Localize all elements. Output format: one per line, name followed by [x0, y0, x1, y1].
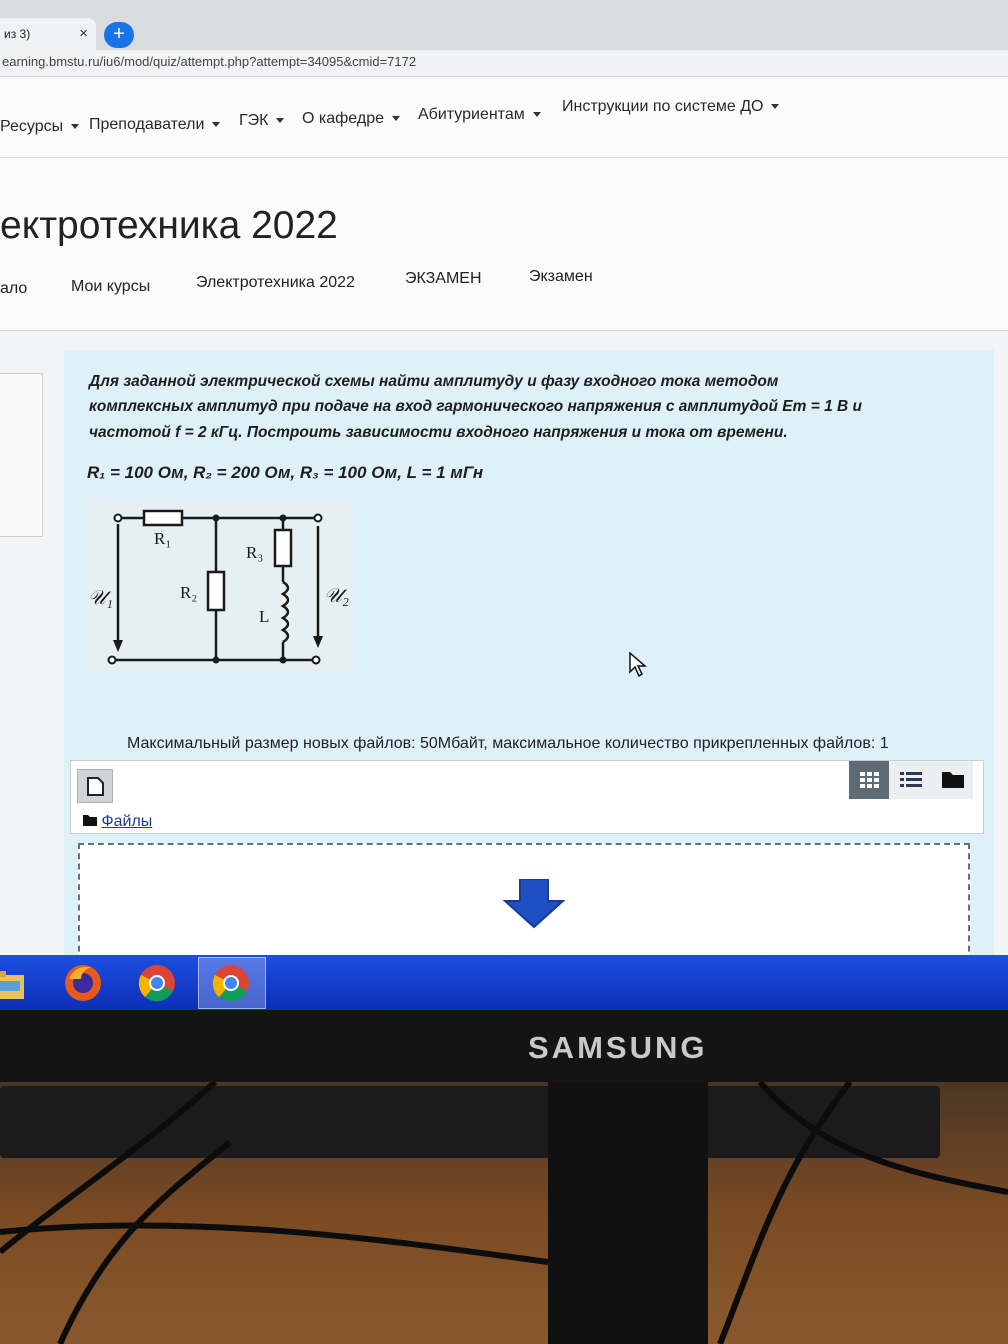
breadcrumb-my-courses[interactable]: Мои курсы — [71, 278, 150, 296]
max-file-size-note: Максимальный размер новых файлов: 50Мбай… — [127, 735, 889, 752]
terminal — [311, 655, 321, 665]
active-taskbar-item[interactable] — [198, 957, 266, 1009]
browser-tabbar: из 3) × + — [0, 0, 1008, 50]
question-text-line: комплексных амплитуд при подаче на вход … — [89, 398, 862, 415]
resistor-r3 — [273, 528, 293, 568]
file-icon — [87, 777, 104, 796]
caret-down-icon — [771, 104, 780, 110]
caret-down-icon — [71, 124, 80, 130]
nav-item-teachers[interactable]: Преподаватели — [89, 116, 221, 134]
nav-item-resources[interactable]: Ресурсы — [0, 118, 80, 136]
junction — [212, 514, 220, 522]
junction — [279, 656, 287, 664]
course-title: ектротехника 2022 — [0, 204, 338, 247]
view-icons-button[interactable] — [849, 761, 889, 799]
file-manager: Файлы — [70, 760, 984, 834]
breadcrumb-home[interactable]: ало — [0, 280, 27, 298]
caret-down-icon — [212, 122, 221, 128]
cables — [0, 1082, 1008, 1344]
inductor-l — [280, 580, 290, 644]
folder-path[interactable]: Файлы — [83, 813, 152, 831]
breadcrumb-course[interactable]: Электротехника 2022 — [196, 274, 355, 292]
junction — [279, 514, 287, 522]
tab-close-icon[interactable]: × — [79, 18, 88, 50]
breadcrumb-quiz[interactable]: Экзамен — [529, 268, 593, 286]
url-text[interactable]: earning.bmstu.ru/iu6/mod/quiz/attempt.ph… — [2, 54, 416, 69]
grid-icon — [860, 772, 879, 788]
nav-item-label: Инструкции по системе ДО — [562, 98, 764, 115]
label-r3: R₃ — [246, 543, 263, 562]
view-list-button[interactable] — [891, 761, 931, 799]
view-toggle-group — [849, 761, 973, 799]
browser-tab[interactable]: из 3) × — [0, 18, 96, 50]
circuit-diagram: R₁ R₂ R₃ L 𝒰₁ 𝒰₂ — [84, 498, 354, 673]
terminal — [113, 513, 123, 523]
question-parameters: R₁ = 100 Ом, R₂ = 200 Ом, R₃ = 100 Ом, L… — [87, 463, 484, 482]
question-text-line: Для заданной электрической схемы найти а… — [89, 373, 779, 390]
quiz-navigation-panel — [0, 373, 43, 537]
nav-item-instructions[interactable]: Инструкции по системе ДО — [562, 98, 780, 116]
mouse-pointer-icon — [629, 652, 648, 678]
monitor-bezel: SAMSUNG — [0, 1010, 1008, 1082]
download-arrow-icon — [503, 879, 565, 929]
address-bar[interactable]: earning.bmstu.ru/iu6/mod/quiz/attempt.ph… — [0, 50, 1008, 77]
monitor-brand-logo: SAMSUNG — [528, 1030, 708, 1065]
question-box: Для заданной электрической схемы найти а… — [64, 350, 994, 1010]
nav-item-about[interactable]: О кафедре — [302, 110, 400, 128]
caret-down-icon — [276, 118, 285, 124]
folder-icon — [942, 772, 964, 788]
windows-taskbar — [0, 955, 1008, 1010]
nav-item-label: Абитуриентам — [418, 106, 525, 123]
label-u1: 𝒰₁ — [88, 587, 113, 609]
label-l: L — [259, 607, 269, 626]
label-u2: 𝒰₂ — [324, 585, 349, 607]
chrome-icon — [212, 965, 249, 1002]
caret-down-icon — [532, 112, 541, 118]
list-icon — [900, 772, 922, 787]
nav-item-label: ГЭК — [239, 112, 269, 129]
caret-down-icon — [391, 116, 400, 122]
question-text-line: частотой f = 2 кГц. Построить зависимост… — [89, 424, 788, 441]
breadcrumb-section[interactable]: ЭКЗАМЕН — [405, 270, 482, 288]
arrow-head-u2 — [313, 636, 323, 648]
junction — [212, 656, 220, 664]
file-explorer-icon[interactable] — [0, 961, 30, 1005]
site-navbar: Ресурсы Преподаватели ГЭК О кафедре Абит… — [0, 77, 1008, 158]
add-file-button[interactable] — [77, 769, 113, 803]
view-tree-button[interactable] — [933, 761, 973, 799]
nav-item-gek[interactable]: ГЭК — [239, 112, 285, 130]
terminal — [313, 513, 323, 523]
terminal — [107, 655, 117, 665]
new-tab-button[interactable]: + — [104, 22, 134, 48]
nav-item-label: Преподаватели — [89, 116, 205, 133]
firefox-icon[interactable] — [61, 961, 105, 1005]
page-header: ектротехника 2022 ало Мои курсы Электрот… — [0, 158, 1008, 331]
label-r1: R₁ — [154, 529, 171, 548]
folder-icon — [83, 815, 97, 826]
arrow-head-u1 — [113, 640, 123, 652]
nav-item-label: Ресурсы — [0, 118, 64, 135]
chrome-icon[interactable] — [135, 961, 179, 1005]
resistor-r2 — [206, 570, 226, 612]
label-r2: R₂ — [180, 583, 197, 602]
monitor-screen: из 3) × + earning.bmstu.ru/iu6/mod/quiz/… — [0, 0, 1008, 1010]
resistor-r1 — [142, 509, 184, 527]
nav-item-applicants[interactable]: Абитуриентам — [418, 106, 541, 124]
folder-link[interactable]: Файлы — [101, 813, 152, 830]
tab-label: из 3) — [4, 27, 31, 41]
nav-item-label: О кафедре — [302, 110, 384, 127]
